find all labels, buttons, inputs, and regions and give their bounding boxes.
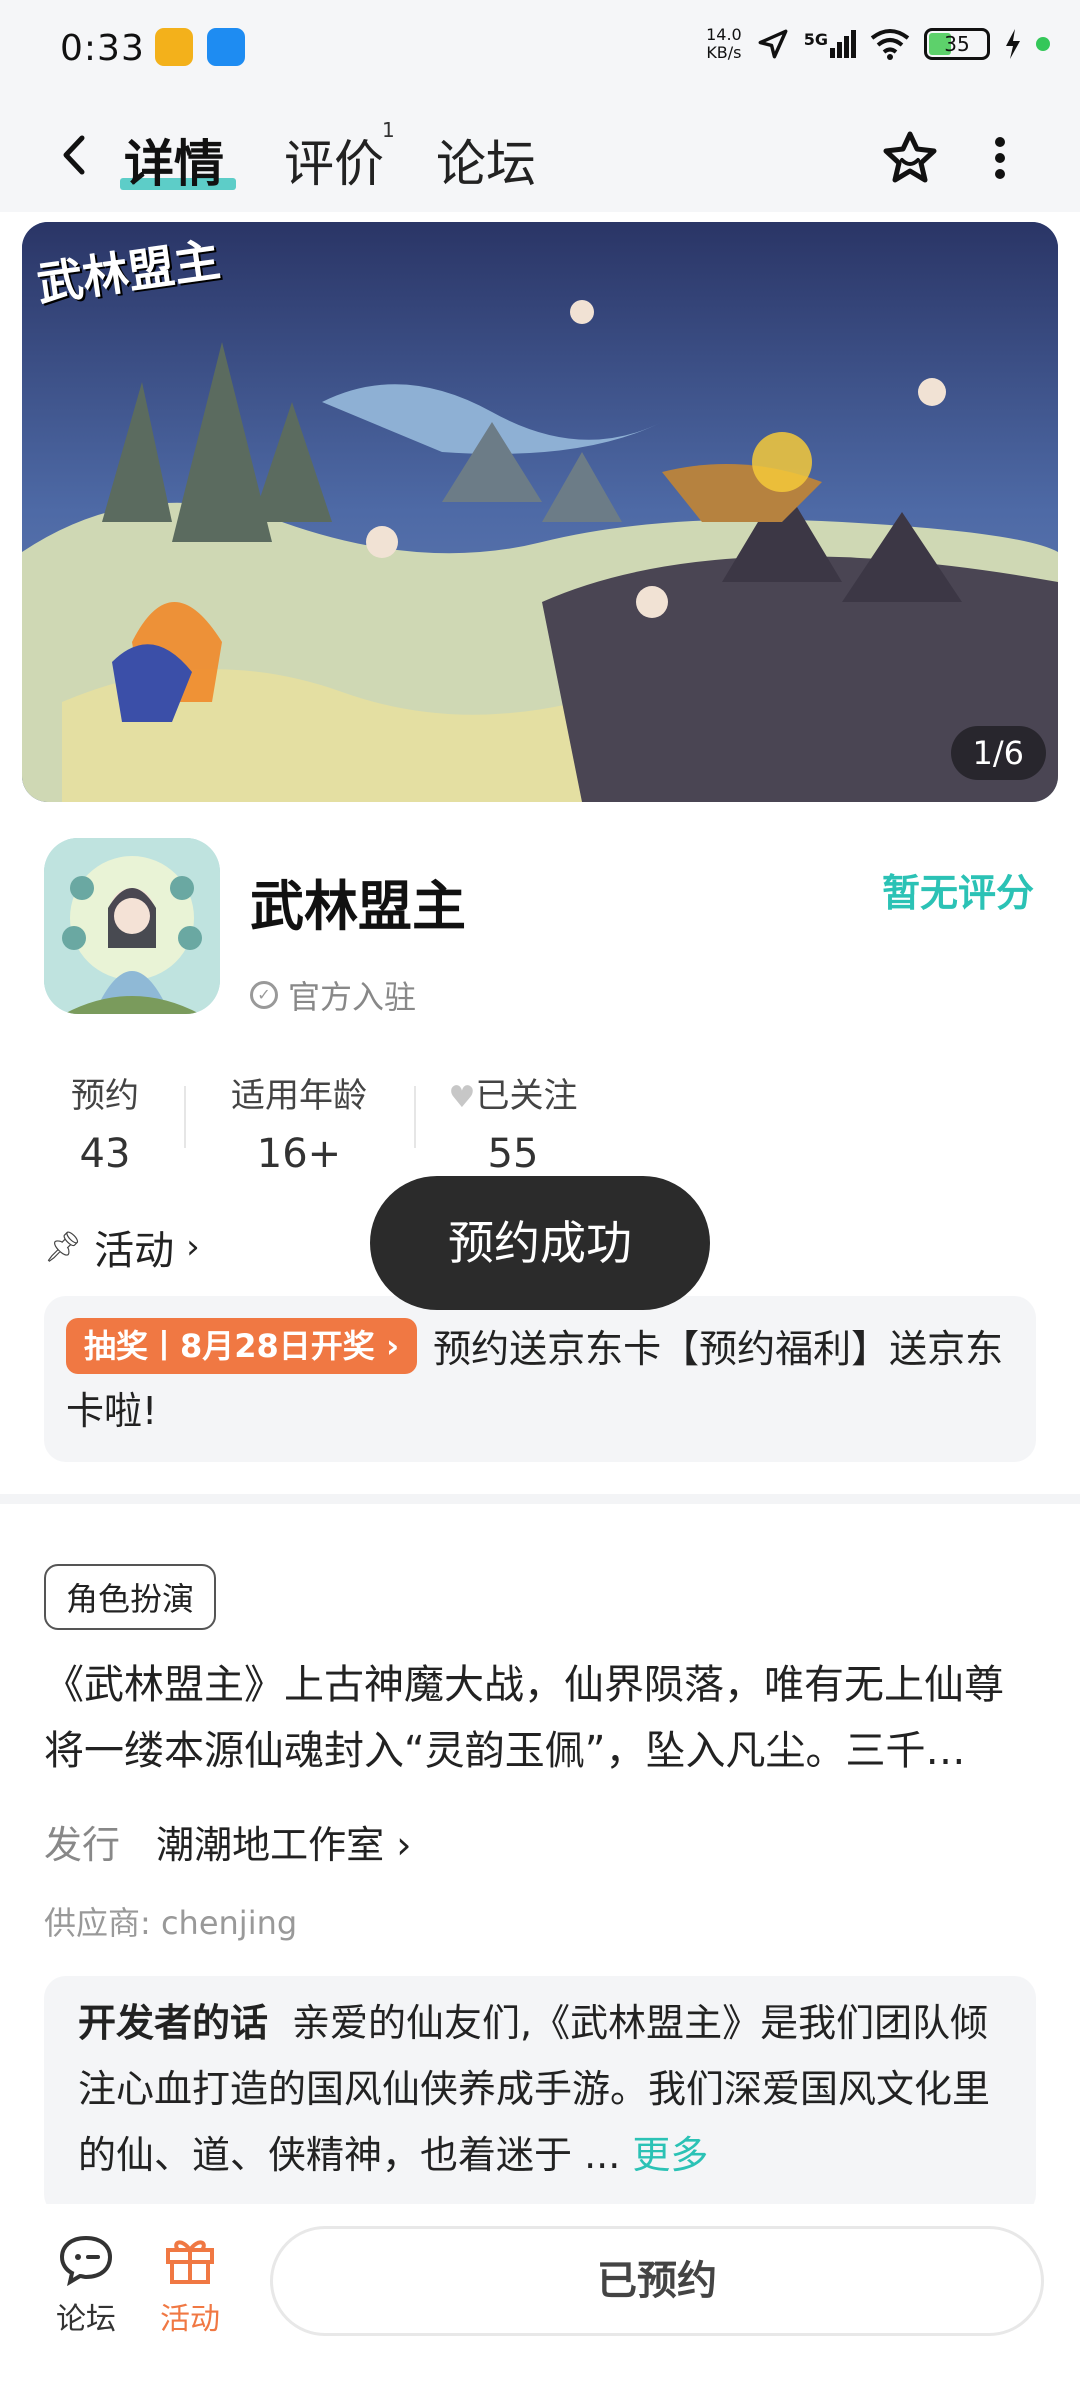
game-detail-page: 0:33 14.0 KB/s 5G 35 详情 评价 1 论坛 武林盟主 1/6… — [0, 0, 1080, 2400]
more-options-icon[interactable] — [990, 130, 1010, 186]
stat-age-rating: 适用年龄 16+ — [226, 1068, 372, 1177]
banner-artwork — [22, 222, 1058, 802]
stat-label: 适用年龄 — [231, 1076, 367, 1116]
success-toast: 预约成功 — [370, 1176, 710, 1310]
status-bar: 0:33 14.0 KB/s 5G 35 — [0, 0, 1080, 100]
stat-value: 55 — [487, 1131, 539, 1177]
app-title: 武林盟主 — [250, 875, 466, 938]
activity-header[interactable]: 📌︎ 活动 › — [44, 1218, 200, 1276]
location-icon — [758, 29, 788, 59]
carousel-page-indicator: 1/6 — [950, 726, 1046, 780]
stat-divider — [414, 1086, 416, 1148]
publisher-name: 潮潮地工作室 — [156, 1823, 385, 1867]
stat-followers[interactable]: ♥已关注 55 — [438, 1068, 588, 1177]
net-speed-unit: KB/s — [706, 43, 742, 62]
supplier-text: 供应商: chenjing — [44, 1904, 298, 1942]
genre-tag[interactable]: 角色扮演 — [44, 1564, 217, 1630]
notification-app-icon — [207, 28, 245, 66]
chevron-right-icon: › — [396, 1823, 412, 1867]
privacy-dot — [1036, 37, 1050, 51]
reviews-count-badge: 1 — [382, 118, 395, 142]
developer-note-label: 开发者的话 — [78, 2001, 269, 2045]
status-right: 14.0 KB/s 5G 35 — [706, 26, 1050, 62]
top-nav: 详情 评价 1 论坛 — [0, 100, 1080, 212]
bottom-action-bar: 论坛 活动 已预约 — [0, 2204, 1080, 2400]
stat-label: 预约 — [71, 1076, 139, 1116]
activity-card[interactable]: 抽奖丨8月28日开奖 › 预约送京东卡【预约福利】送京东卡啦! — [44, 1296, 1036, 1462]
stat-value: 43 — [79, 1131, 131, 1177]
chat-bubble-icon — [59, 2235, 113, 2286]
chevron-right-icon: › — [186, 1227, 200, 1267]
reserved-button[interactable]: 已预约 — [270, 2226, 1044, 2336]
wifi-icon — [870, 29, 910, 60]
tab-forum[interactable]: 论坛 — [436, 124, 536, 196]
official-label: 官方入驻 — [288, 978, 417, 1016]
signal-icon: 5G — [804, 30, 856, 58]
notification-app-icon — [155, 28, 193, 66]
app-icon — [44, 838, 220, 1014]
activity-title: 活动 — [94, 1228, 175, 1274]
more-link[interactable]: 更多 — [632, 2133, 708, 2177]
stat-divider — [184, 1086, 186, 1148]
lottery-tag-label: 抽奖丨8月28日开奖 — [84, 1327, 375, 1365]
stat-label: 已关注 — [475, 1076, 578, 1116]
status-time: 0:33 — [60, 28, 145, 69]
notification-icons — [155, 28, 245, 66]
stat-reservations: 预约 43 — [70, 1068, 140, 1177]
gift-icon — [166, 2240, 214, 2284]
rating-status: 暂无评分 — [881, 871, 1034, 915]
developer-note-card[interactable]: 开发者的话 亲爱的仙友们,《武林盟主》是我们团队倾注心血打造的国风仙侠养成手游。我… — [44, 1976, 1036, 2216]
pin-icon: 📌︎ — [44, 1229, 83, 1265]
net-speed-value: 14.0 — [706, 25, 742, 44]
forum-label: 论坛 — [56, 2302, 116, 2337]
battery-level: 35 — [944, 32, 970, 56]
publisher-row[interactable]: 发行 潮潮地工作室 › — [44, 1814, 411, 1869]
battery-icon: 35 — [924, 28, 990, 60]
stat-label-row: ♥已关注 — [438, 1068, 588, 1117]
stat-value: 16+ — [256, 1131, 342, 1177]
publisher-label: 发行 — [44, 1823, 121, 1867]
official-badge: ✓ 官方入驻 — [250, 972, 416, 1018]
activity-button[interactable]: 活动 — [140, 2232, 240, 2338]
game-description[interactable]: 《武林盟主》上古神魔大战，仙界陨落，唯有无上仙尊将一缕本源仙魂封入“灵韵玉佩”，… — [44, 1652, 1040, 1784]
tab-reviews[interactable]: 评价 — [284, 124, 384, 196]
back-arrow-icon[interactable] — [50, 130, 100, 180]
heart-icon: ♥ — [448, 1080, 476, 1115]
section-divider — [0, 1494, 1080, 1504]
charging-icon — [1006, 29, 1020, 59]
favorite-star-icon[interactable] — [880, 128, 940, 188]
network-type: 5G — [803, 30, 828, 49]
forum-button[interactable]: 论坛 — [36, 2232, 136, 2338]
tab-details[interactable]: 详情 — [124, 124, 224, 196]
screenshot-carousel[interactable]: 武林盟主 1/6 — [22, 222, 1058, 802]
verified-icon: ✓ — [250, 981, 278, 1009]
activity-label: 活动 — [160, 2302, 220, 2337]
lottery-tag: 抽奖丨8月28日开奖 › — [66, 1318, 418, 1374]
net-speed: 14.0 KB/s — [706, 26, 742, 62]
